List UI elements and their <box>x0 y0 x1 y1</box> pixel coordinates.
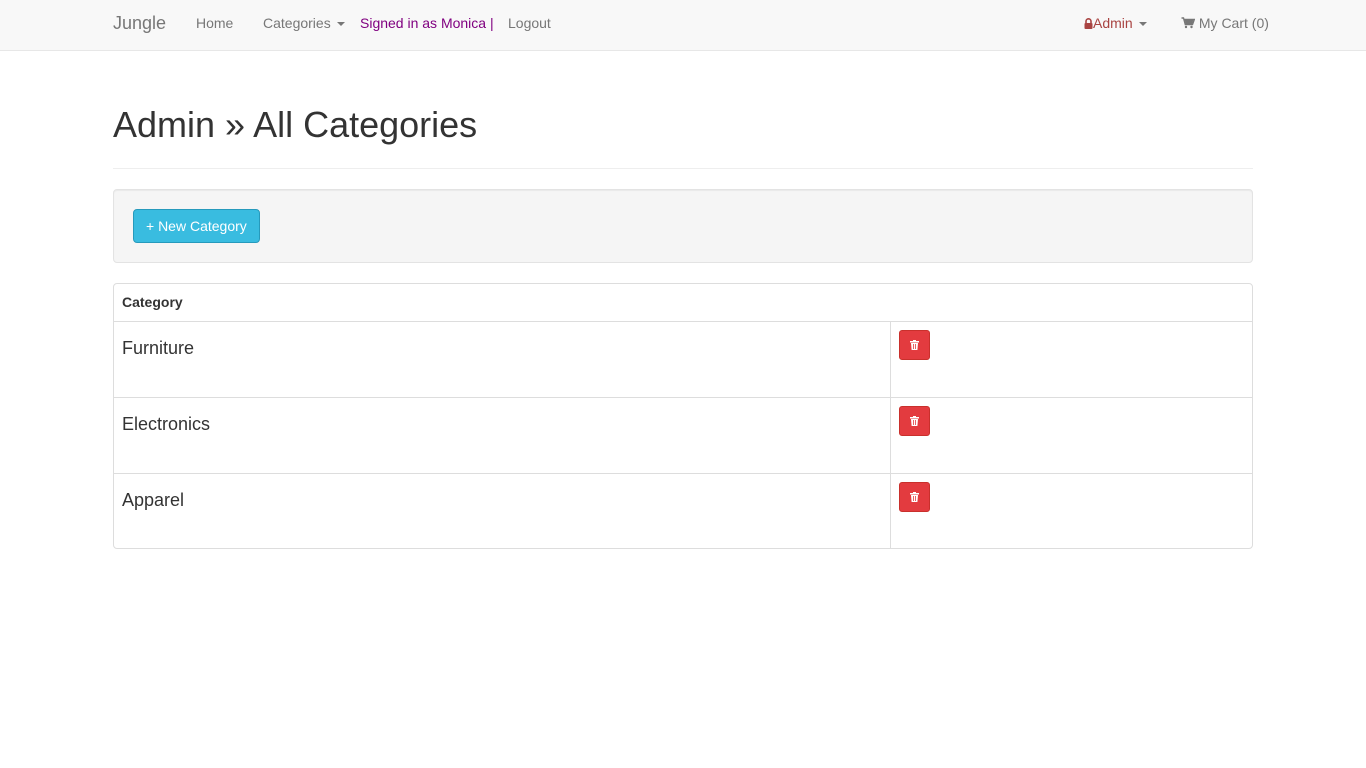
delete-category-button[interactable] <box>898 329 930 360</box>
table-row: Electronics <box>114 396 1252 473</box>
actions-cell <box>890 396 1252 473</box>
chevron-down-icon <box>1138 22 1147 27</box>
table-header-row: Category <box>114 284 1252 322</box>
category-name: Furniture <box>114 321 891 397</box>
chevron-down-icon <box>336 22 345 27</box>
lock-icon <box>1084 18 1093 29</box>
signed-in-text: Signed in as Monica | <box>360 15 494 31</box>
page-title: Admin » All Categories <box>113 104 478 145</box>
trash-icon <box>909 491 919 502</box>
top-navbar: Jungle Home Categories Signed in as Moni… <box>0 0 1366 51</box>
new-category-button[interactable]: + New Category <box>133 209 260 243</box>
actions-well: + New Category <box>113 189 1253 263</box>
trash-icon <box>909 415 919 426</box>
shopping-cart-icon <box>1181 17 1195 29</box>
nav-categories-label: Categories <box>263 15 331 31</box>
logout-link[interactable]: Logout <box>508 15 551 31</box>
column-header-category: Category <box>114 284 1252 322</box>
categories-table-panel: Category Furniture Electronics Apparel <box>113 283 1253 549</box>
actions-cell <box>890 321 1252 397</box>
category-name: Apparel <box>114 472 891 548</box>
delete-category-button[interactable] <box>898 405 930 436</box>
nav-categories-dropdown[interactable]: Categories <box>263 15 345 31</box>
admin-label: Admin <box>1093 15 1133 31</box>
cart-link[interactable]: My Cart (0) <box>1181 15 1269 31</box>
navbar-inner: Jungle Home Categories Signed in as Moni… <box>113 0 1269 50</box>
table-row: Apparel <box>114 472 1252 548</box>
delete-category-button[interactable] <box>898 481 930 512</box>
category-name: Electronics <box>114 396 891 473</box>
nav-home-link[interactable]: Home <box>196 15 233 31</box>
table-row: Furniture <box>114 321 1252 397</box>
title-divider <box>113 168 1253 169</box>
admin-dropdown[interactable]: Admin <box>1084 15 1147 31</box>
trash-icon <box>909 339 919 350</box>
brand-link[interactable]: Jungle <box>113 13 166 34</box>
categories-table: Category Furniture Electronics Apparel <box>114 284 1252 548</box>
cart-label: My Cart (0) <box>1198 15 1269 31</box>
actions-cell <box>890 472 1252 548</box>
